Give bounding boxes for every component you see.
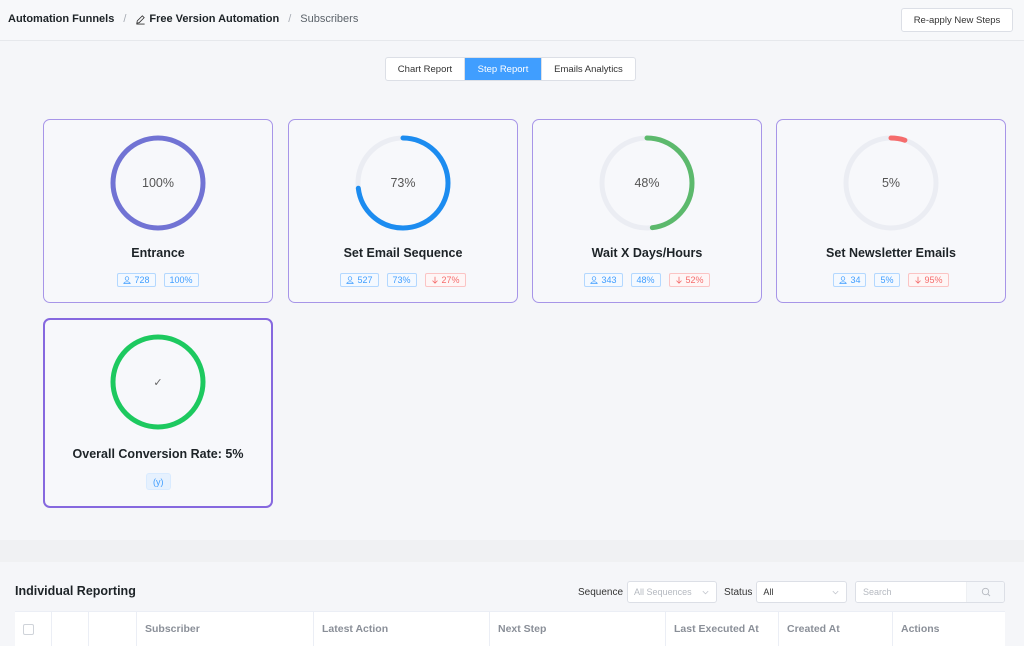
- status-select[interactable]: All: [756, 581, 848, 603]
- tab-emails-analytics[interactable]: Emails Analytics: [541, 58, 635, 80]
- user-icon: [123, 276, 132, 284]
- breadcrumb-funnel-name[interactable]: Free Version Automation: [149, 13, 279, 25]
- subscriber-count-badge: 527: [340, 273, 379, 287]
- report-tabs: Chart Report Step Report Emails Analytic…: [385, 57, 636, 81]
- chevron-down-icon: [702, 590, 709, 594]
- user-icon: [346, 276, 355, 284]
- tab-step-report[interactable]: Step Report: [465, 58, 541, 80]
- rate-badge: 48%: [630, 273, 661, 287]
- top-bar: Automation Funnels / Free Version Automa…: [0, 0, 1024, 41]
- search-input[interactable]: [856, 582, 966, 602]
- subscriber-count-badge: 34: [833, 273, 867, 287]
- sequence-placeholder: All Sequences: [634, 587, 692, 597]
- step-title: Wait X Days/Hours: [591, 246, 703, 260]
- step-percent: 5%: [881, 176, 901, 190]
- step-card: 100% Entrance 728 100%: [43, 119, 273, 303]
- select-all-column: [15, 612, 52, 646]
- status-value: All: [763, 587, 774, 597]
- user-icon: [590, 276, 599, 284]
- subscriber-count: 34: [850, 275, 861, 285]
- search-icon: [981, 587, 990, 597]
- rate-badge: 100%: [163, 273, 199, 287]
- step-title: Set Newsletter Emails: [826, 246, 956, 260]
- conversion-card: ✓ Overall Conversion Rate: 5% (y): [43, 318, 273, 508]
- column-header-subscriber[interactable]: Subscriber: [137, 612, 314, 646]
- check-icon: ✓: [153, 376, 163, 389]
- step-percent: 100%: [142, 176, 174, 190]
- pencil-icon[interactable]: [135, 14, 146, 25]
- filters: Sequence All Sequences Status All: [578, 581, 848, 603]
- rate-badge: 5%: [874, 273, 900, 287]
- conversion-title: Overall Conversion Rate: 5%: [72, 447, 244, 461]
- column-header-blank: [52, 612, 89, 646]
- column-header-actions: Actions: [901, 623, 940, 635]
- arrow-down-icon: [914, 276, 921, 284]
- reapply-new-steps-button[interactable]: Re-apply New Steps: [901, 8, 1013, 32]
- rate-badge: 73%: [386, 273, 417, 287]
- subscriber-count: 728: [134, 275, 150, 285]
- conversion-badge: (y): [146, 473, 171, 490]
- column-header-last-executed-at[interactable]: Last Executed At: [666, 612, 779, 646]
- breadcrumb: Automation Funnels / Free Version Automa…: [8, 13, 358, 25]
- individual-reporting-title: Individual Reporting: [15, 584, 136, 598]
- chevron-down-icon: [832, 590, 839, 594]
- column-header-next-step[interactable]: Next Step: [490, 612, 666, 646]
- step-title: Entrance: [131, 246, 185, 260]
- user-icon: [839, 276, 848, 284]
- sequence-select[interactable]: All Sequences: [627, 581, 718, 603]
- sequence-label: Sequence: [578, 586, 624, 598]
- drop-off-badge: 27%: [424, 273, 466, 287]
- status-label: Status: [724, 586, 753, 598]
- column-header-blank: [89, 612, 137, 646]
- subscriber-count: 343: [601, 275, 617, 285]
- step-card: 48% Wait X Days/Hours 343 48% 52%: [532, 119, 762, 303]
- drop-off-value: 95%: [924, 275, 943, 285]
- arrow-down-icon: [431, 276, 438, 284]
- drop-off-badge: 52%: [668, 273, 710, 287]
- select-all-checkbox[interactable]: [23, 623, 34, 635]
- breadcrumb-automation-funnels[interactable]: Automation Funnels: [8, 13, 114, 25]
- breadcrumb-separator: /: [123, 13, 127, 25]
- step-percent: 48%: [634, 176, 660, 190]
- search-box: [855, 581, 1005, 603]
- column-header-created-at[interactable]: Created At: [779, 612, 893, 646]
- breadcrumb-separator: /: [288, 13, 292, 25]
- column-header-latest-action[interactable]: Latest Action: [314, 612, 490, 646]
- drop-off-value: 52%: [685, 275, 704, 285]
- section-divider: [0, 540, 1024, 562]
- arrow-down-icon: [675, 276, 682, 284]
- step-card: 73% Set Email Sequence 527 73% 27%: [288, 119, 518, 303]
- subscriber-count: 527: [357, 275, 373, 285]
- step-card: 5% Set Newsletter Emails 34 5% 95%: [776, 119, 1006, 303]
- drop-off-value: 27%: [441, 275, 460, 285]
- tab-chart-report[interactable]: Chart Report: [386, 58, 465, 80]
- step-percent: 73%: [390, 176, 416, 190]
- subscriber-count-badge: 728: [117, 273, 156, 287]
- subscriber-count-badge: 343: [584, 273, 623, 287]
- search-button[interactable]: [966, 582, 1004, 602]
- step-title: Set Email Sequence: [343, 246, 463, 260]
- drop-off-badge: 95%: [907, 273, 949, 287]
- subscribers-table-header: Subscriber Latest Action Next Step Last …: [15, 611, 1005, 646]
- breadcrumb-current: Subscribers: [300, 13, 359, 25]
